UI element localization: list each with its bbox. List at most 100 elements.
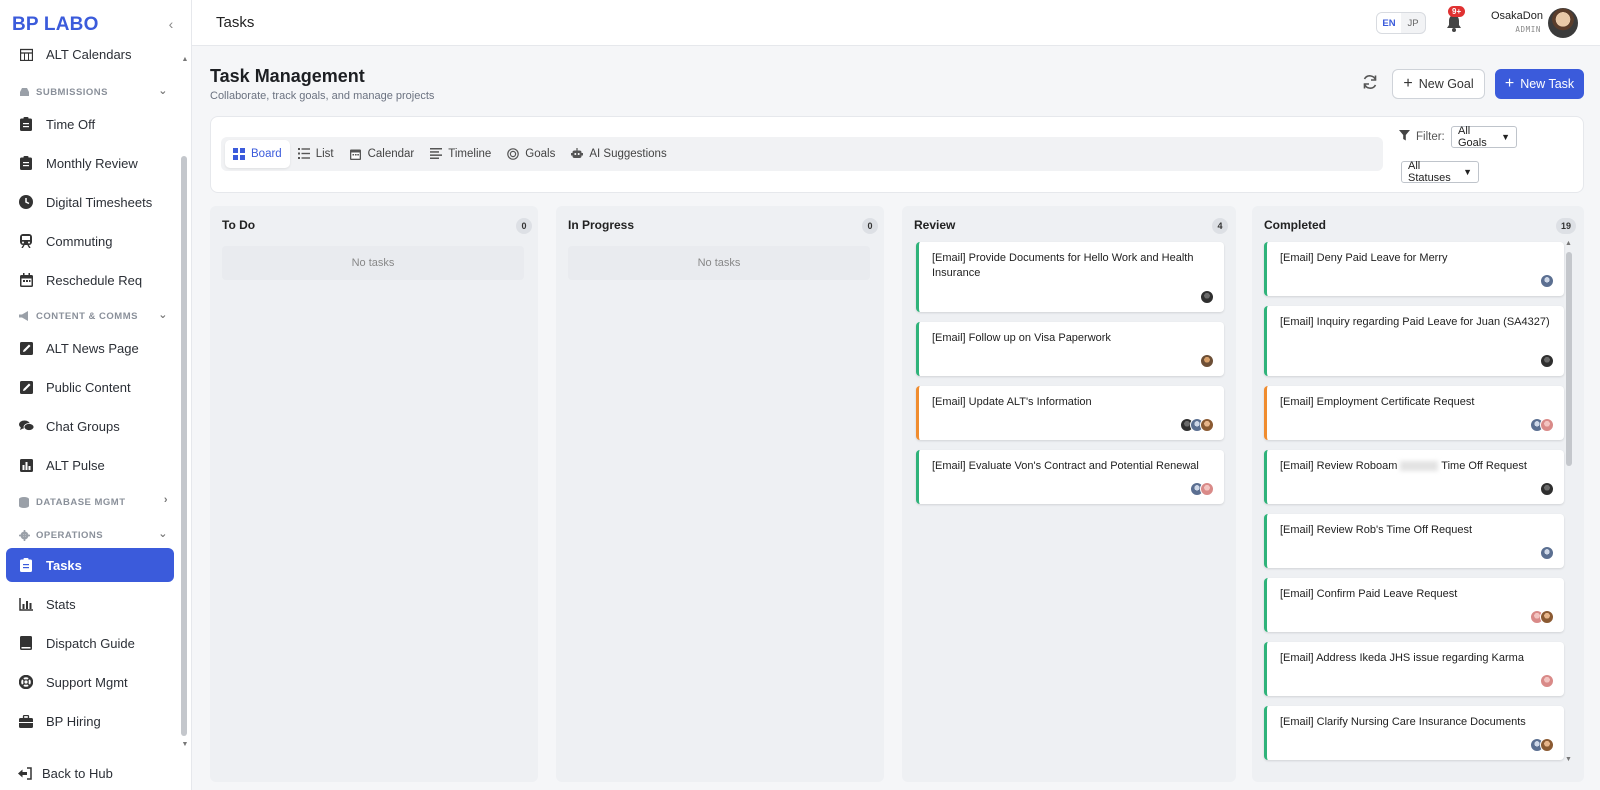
avatar[interactable] [1540,674,1554,688]
task-card[interactable]: [Email] Provide Documents for Hello Work… [916,242,1224,312]
tab-list[interactable]: List [290,140,342,168]
back-to-hub-link[interactable]: Back to Hub [18,766,113,781]
grid-icon [233,148,245,160]
task-card[interactable]: [Email] Address Ikeda JHS issue regardin… [1264,642,1564,696]
clipboard-icon [18,557,34,573]
task-card[interactable]: [Email] Update ALT's Information [916,386,1224,440]
chat-bubbles-icon [18,418,34,434]
megaphone-icon [18,310,30,322]
sidebar-item-commuting[interactable]: Commuting [6,224,174,258]
section-content-comms[interactable]: CONTENT & COMMS ⌄ [18,308,168,324]
filter-icon [1399,130,1410,144]
column-title: Completed [1264,218,1327,232]
avatar[interactable] [1548,8,1578,38]
avatar[interactable] [1540,354,1554,368]
task-card[interactable]: [Email] Review Roboam Time Off Request [1264,450,1564,504]
section-operations[interactable]: OPERATIONS ⌄ [18,527,168,543]
scrollbar-thumb[interactable] [1566,252,1572,466]
avatar[interactable] [1540,418,1554,432]
list-icon [297,148,310,160]
clipboard-icon [18,155,34,171]
sidebar-item-label: BP Hiring [46,713,101,729]
avatar[interactable] [1540,274,1554,288]
sidebar-item-digital-timesheets[interactable]: Digital Timesheets [6,185,174,219]
language-switch[interactable]: EN JP [1376,12,1426,34]
sidebar-item-chat-groups[interactable]: Chat Groups [6,409,174,443]
brand-logo[interactable]: BP LABO [12,14,99,36]
gear-icon [18,529,30,541]
column-count-badge: 0 [516,218,532,234]
empty-state: No tasks [568,246,870,280]
avatar[interactable] [1200,418,1214,432]
completed-column-scrollbar[interactable]: ▲ ▼ [1565,240,1572,770]
align-icon [430,148,443,160]
tab-goals[interactable]: Goals [499,140,563,168]
task-card[interactable]: [Email] Review Rob's Time Off Request [1264,514,1564,568]
sidebar-item-dispatch-guide[interactable]: Dispatch Guide [6,626,174,660]
chevron-left-icon[interactable]: ‹ [164,16,178,32]
redacted-text [1400,461,1439,472]
sidebar-item-alt-calendars[interactable]: ALT Calendars [6,46,174,62]
sidebar-item-label: Dispatch Guide [46,635,135,651]
goals-filter-select[interactable]: All Goals ▼ [1451,125,1517,149]
sidebar-item-support-mgmt[interactable]: Support Mgmt [6,665,174,699]
sidebar-item-label: Tasks [46,557,82,573]
sidebar-item-stats[interactable]: Stats [6,587,174,621]
view-toolbar: Board List Calendar Timeline Goals AI Su… [210,116,1584,193]
briefcase-icon [18,713,34,729]
new-goal-button[interactable]: + New Goal [1392,69,1485,99]
section-database-mgmt[interactable]: DATABASE MGMT › [18,494,168,510]
sidebar-item-reschedule-req[interactable]: Reschedule Req [6,263,174,297]
sidebar-item-bp-hiring[interactable]: BP Hiring [6,704,174,738]
section-submissions[interactable]: SUBMISSIONS ⌄ [18,84,168,100]
lang-en-option[interactable]: EN [1377,13,1401,33]
lang-jp-option[interactable]: JP [1401,13,1425,33]
tab-calendar[interactable]: Calendar [342,140,423,168]
avatar[interactable] [1540,482,1554,496]
task-card[interactable]: [Email] Deny Paid Leave for Merry [1264,242,1564,296]
scroll-down-arrow[interactable]: ▼ [1565,756,1572,763]
plus-icon: + [1403,75,1413,92]
task-card[interactable]: [Email] Evaluate Von's Contract and Pote… [916,450,1224,504]
tab-ai-suggestions[interactable]: AI Suggestions [563,140,674,168]
tab-board[interactable]: Board [225,140,290,168]
avatar[interactable] [1540,546,1554,560]
sidebar-item-alt-news-page[interactable]: ALT News Page [6,331,174,365]
avatar[interactable] [1200,354,1214,368]
task-card[interactable]: [Email] Confirm Paid Leave Request [1264,578,1564,632]
tab-timeline[interactable]: Timeline [422,140,499,168]
scroll-up-arrow[interactable]: ▲ [181,56,189,63]
sidebar-item-label: Support Mgmt [46,674,128,690]
column-in-progress: In Progress 0 No tasks [556,206,884,782]
task-card[interactable]: [Email] Employment Certificate Request [1264,386,1564,440]
sidebar-item-public-content[interactable]: Public Content [6,370,174,404]
column-todo: To Do 0 No tasks [210,206,538,782]
status-filter-select[interactable]: All Statuses ▼ [1401,160,1479,184]
column-review: Review 4 [Email] Provide Documents for H… [902,206,1236,782]
sidebar-item-label: Stats [46,596,76,612]
filter-label: Filter: [1399,130,1445,144]
avatar[interactable] [1540,738,1554,752]
avatar[interactable] [1200,482,1214,496]
sidebar-scrollbar[interactable] [181,156,187,736]
sidebar-item-monthly-review[interactable]: Monthly Review [6,146,174,180]
sidebar-item-tasks[interactable]: Tasks [6,548,174,582]
sidebar-item-label: Reschedule Req [46,272,143,288]
sidebar-item-alt-pulse[interactable]: ALT Pulse [6,448,174,482]
sidebar-item-label: Public Content [46,379,131,395]
new-task-button[interactable]: + New Task [1495,69,1584,99]
sidebar-item-time-off[interactable]: Time Off [6,107,174,141]
avatar[interactable] [1540,610,1554,624]
task-card[interactable]: [Email] Clarify Nursing Care Insurance D… [1264,706,1564,760]
page-header-title: Tasks [216,14,255,31]
avatar[interactable] [1200,290,1214,304]
scroll-down-arrow[interactable]: ▼ [181,741,189,748]
user-name[interactable]: OsakaDon [1491,10,1543,22]
user-role: ADMIN [1515,25,1541,34]
task-card[interactable]: [Email] Inquiry regarding Paid Leave for… [1264,306,1564,376]
scroll-up-arrow[interactable]: ▲ [1565,240,1572,247]
calendar-icon [18,272,34,288]
task-card[interactable]: [Email] Follow up on Visa Paperwork [916,322,1224,376]
notification-badge: 9+ [1448,6,1466,17]
refresh-icon[interactable] [1362,74,1380,92]
